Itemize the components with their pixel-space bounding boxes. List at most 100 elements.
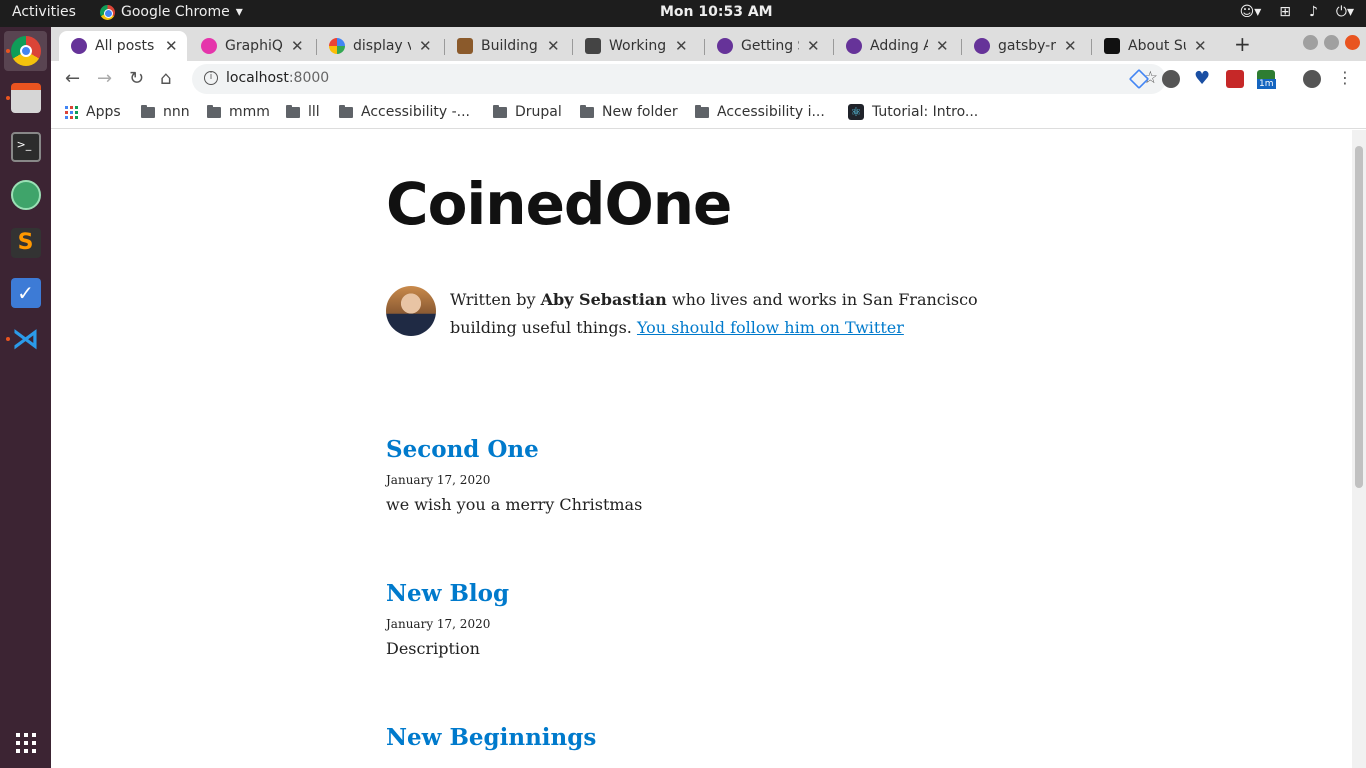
site-favicon-icon: [457, 38, 473, 54]
menu-icon[interactable]: ⋮: [1337, 68, 1353, 87]
tab-label: Building a: [481, 38, 539, 54]
dock-tasks[interactable]: ✓: [4, 273, 47, 313]
author-avatar: [386, 286, 436, 336]
post-title-link[interactable]: Second One: [386, 436, 642, 463]
dock-vscode[interactable]: ⋊: [4, 319, 47, 359]
post-date: January 17, 2020: [386, 617, 491, 631]
dock-files[interactable]: [4, 78, 47, 118]
post-item: Second One January 17, 2020 we wish you …: [386, 436, 642, 514]
system-tray[interactable]: ☺▾ ⊞ ♪ ⏻▾: [1240, 4, 1354, 20]
bookmark-tutorial[interactable]: ⚛ Tutorial: Intro...: [848, 104, 978, 120]
network-icon[interactable]: ⊞: [1279, 4, 1291, 20]
tab-getting-started[interactable]: Getting S ✕: [705, 31, 828, 61]
post-title-link[interactable]: New Blog: [386, 580, 509, 607]
close-icon[interactable]: ✕: [165, 37, 178, 55]
close-icon[interactable]: ✕: [419, 37, 432, 55]
chrome-icon: [100, 4, 115, 20]
show-applications-button[interactable]: [4, 723, 47, 763]
bookmark-apps[interactable]: Apps: [65, 104, 121, 120]
tab-label: Getting S: [741, 38, 799, 54]
close-icon[interactable]: ✕: [936, 37, 949, 55]
gatsby-favicon-icon: [71, 38, 87, 54]
reload-button[interactable]: ↻: [129, 68, 144, 89]
minimize-button[interactable]: [1303, 35, 1318, 50]
forward-button[interactable]: →: [97, 68, 112, 89]
chrome-icon: [10, 36, 41, 66]
accessibility-icon[interactable]: ☺▾: [1240, 4, 1262, 20]
gatsby-favicon-icon: [846, 38, 862, 54]
bookmark-folder[interactable]: mmm: [207, 104, 270, 120]
folder-icon: [695, 104, 709, 118]
page-content: CoinedOne Written by Aby Sebastian who l…: [51, 130, 1352, 768]
maximize-button[interactable]: [1324, 35, 1339, 50]
google-favicon-icon: [329, 38, 345, 54]
tab-strip: All posts | ✕ GraphiQL ✕ display vi ✕ Bu…: [51, 27, 1366, 61]
close-icon[interactable]: ✕: [1194, 37, 1207, 55]
tab-all-posts[interactable]: All posts | ✕: [59, 31, 187, 61]
tab-label: Working w: [609, 38, 667, 54]
tab-label: gatsby-re: [998, 38, 1056, 54]
post-item: New Beginnings: [386, 724, 596, 751]
bookmark-folder[interactable]: lll: [286, 104, 320, 120]
address-bar[interactable]: i localhost:8000 ☆: [192, 64, 1166, 94]
twitter-link[interactable]: You should follow him on Twitter: [637, 318, 904, 337]
tab-gatsby-remark[interactable]: gatsby-re ✕: [962, 31, 1085, 61]
folder-icon: [493, 104, 507, 118]
profile-icon[interactable]: [1303, 70, 1321, 88]
tab-adding[interactable]: Adding A ✕: [834, 31, 957, 61]
tab-graphiql[interactable]: GraphiQL ✕: [189, 31, 312, 61]
react-icon: ⚛: [848, 104, 864, 120]
activities-button[interactable]: Activities: [12, 4, 76, 20]
site-info-icon[interactable]: i: [204, 71, 218, 85]
close-icon[interactable]: ✕: [547, 37, 560, 55]
folder-icon: [339, 104, 353, 118]
bookmark-folder[interactable]: nnn: [141, 104, 190, 120]
bookmark-folder[interactable]: Accessibility -...: [339, 104, 470, 120]
dock-chrome[interactable]: [4, 31, 47, 71]
running-indicator: [6, 96, 10, 100]
site-favicon-icon: [585, 38, 601, 54]
close-icon[interactable]: ✕: [1064, 37, 1077, 55]
tab-about[interactable]: About Su ✕: [1092, 31, 1215, 61]
site-title[interactable]: CoinedOne: [386, 170, 732, 238]
close-window-button[interactable]: [1345, 35, 1360, 50]
clock[interactable]: Mon 10:53 AM: [660, 4, 773, 20]
grid-icon: [15, 733, 36, 753]
power-icon[interactable]: ⏻▾: [1336, 4, 1354, 20]
new-tab-button[interactable]: +: [1234, 32, 1251, 56]
close-icon[interactable]: ✕: [675, 37, 688, 55]
bookmark-folder[interactable]: New folder: [580, 104, 678, 120]
bookmark-folder[interactable]: Drupal: [493, 104, 562, 120]
app-menu[interactable]: Google Chrome ▾: [100, 4, 243, 20]
post-title-link[interactable]: New Beginnings: [386, 724, 596, 751]
running-indicator: [6, 337, 10, 341]
checkbox-icon: ✓: [10, 278, 41, 308]
bookmark-folder[interactable]: Accessibility i...: [695, 104, 825, 120]
site-favicon-icon: [1104, 38, 1120, 54]
scrollbar-thumb[interactable]: [1355, 146, 1363, 488]
tab-label: About Su: [1128, 38, 1186, 54]
url-text: localhost:8000: [226, 70, 330, 86]
tab-building[interactable]: Building a ✕: [445, 31, 568, 61]
page-scrollbar[interactable]: [1352, 130, 1366, 768]
graphiql-favicon-icon: [201, 38, 217, 54]
dock-sublime[interactable]: S: [4, 223, 47, 263]
home-button[interactable]: ⌂: [160, 68, 171, 89]
dock-terminal[interactable]: >_: [4, 127, 47, 167]
close-icon[interactable]: ✕: [807, 37, 820, 55]
post-description: Description: [386, 639, 480, 658]
back-button[interactable]: ←: [65, 68, 80, 89]
bio-text: Written by Aby Sebastian who lives and w…: [450, 290, 978, 337]
wordpress-icon[interactable]: [1162, 70, 1180, 88]
heart-icon[interactable]: ♥: [1194, 70, 1212, 88]
volume-icon[interactable]: ♪: [1309, 4, 1318, 20]
extension-icon[interactable]: [1226, 70, 1244, 88]
gatsby-favicon-icon: [717, 38, 733, 54]
post-description: we wish you a merry Christmas: [386, 495, 643, 514]
tab-working[interactable]: Working w ✕: [573, 31, 696, 61]
close-icon[interactable]: ✕: [291, 37, 304, 55]
dock-atom[interactable]: [4, 175, 47, 215]
apps-icon: [65, 105, 78, 119]
android-icon[interactable]: 1m: [1257, 70, 1276, 89]
tab-display[interactable]: display vi ✕: [317, 31, 440, 61]
